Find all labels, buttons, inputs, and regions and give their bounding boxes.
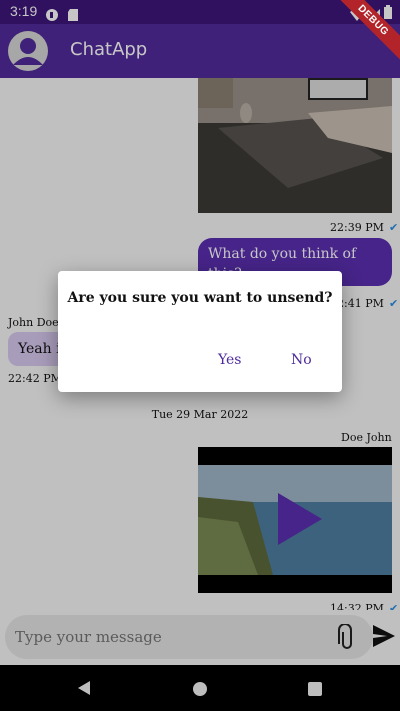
back-icon[interactable] [76, 680, 92, 700]
no-button[interactable]: No [285, 351, 318, 369]
dialog-title: Are you sure you want to unsend? [67, 290, 333, 306]
yes-button[interactable]: Yes [212, 351, 248, 369]
navigation-bar [0, 665, 400, 711]
recents-icon[interactable] [308, 681, 322, 700]
unsend-dialog: Are you sure you want to unsend? Yes No [58, 271, 342, 392]
home-icon[interactable] [193, 681, 207, 700]
